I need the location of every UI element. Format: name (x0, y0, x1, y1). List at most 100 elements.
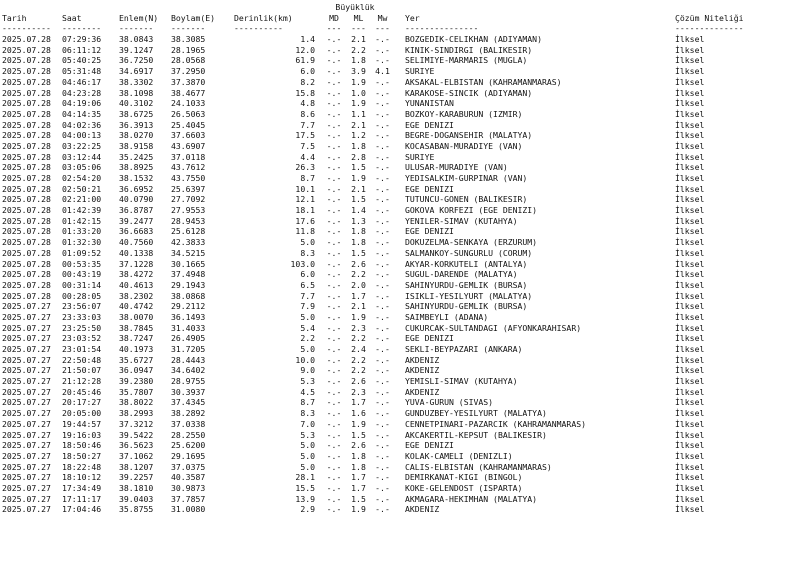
row-depth: 10.1 (295, 183, 315, 194)
row-depth: 8.7 (300, 173, 315, 183)
row-md: -.- (326, 55, 342, 66)
row-longitude: 25.6397 (171, 183, 206, 194)
row-depth: 8.2 (300, 76, 315, 87)
row-ml: 1.5 (351, 162, 366, 173)
row-quality: İlksel (675, 269, 705, 280)
row-quality: İlksel (675, 258, 705, 269)
table-row: 2025.07.28 02:21:00 40.0790 27.7092 12.1 -.- 1… (2, 194, 800, 205)
row-time: 18:50:46 (62, 440, 102, 451)
row-place: EGE DENIZI (405, 119, 454, 130)
row-date: 2025.07.28 (2, 76, 51, 87)
row-md: -.- (326, 376, 342, 387)
table-row: 2025.07.28 04:19:06 40.3102 24.1033 4.8 -.- 1.… (2, 98, 800, 109)
row-md: -.- (326, 450, 342, 461)
row-ml: 2.1 (351, 119, 366, 130)
row-longitude: 31.4033 (171, 322, 206, 333)
row-md: -.- (326, 173, 342, 183)
table-row: 2025.07.27 17:04:46 35.8755 31.0080 2.9 -.- 1.… (2, 504, 800, 515)
row-mw: -.- (375, 173, 390, 183)
row-quality: İlksel (675, 440, 705, 451)
row-date: 2025.07.27 (2, 322, 51, 333)
row-place: YUVA-GURUN (SIVAS) (405, 397, 494, 408)
row-quality: İlksel (675, 162, 705, 173)
row-quality: İlksel (675, 183, 705, 194)
row-md: -.- (326, 365, 342, 376)
row-mw: -.- (375, 311, 390, 322)
row-date: 2025.07.27 (2, 354, 51, 365)
table-row: 2025.07.27 23:25:50 38.7845 31.4033 5.4 -.- 2.… (2, 323, 800, 334)
separator-time: -------- (62, 23, 102, 34)
row-place: YEMISLI-SIMAV (KUTAHYA) (405, 376, 518, 387)
earthquake-rows: 2025.07.28 07:29:36 38.0843 38.3085 1.4 -.- 2.… (2, 34, 800, 515)
table-row: 2025.07.27 19:16:03 39.5422 28.2550 5.3 -.- 1.… (2, 430, 800, 441)
row-place: SALMANKOY-SUNGURLU (CORUM) (405, 247, 533, 258)
row-latitude: 40.4613 (119, 279, 154, 290)
row-depth: 8.3 (300, 247, 315, 258)
row-quality: İlksel (675, 290, 705, 301)
row-mw: -.- (375, 376, 390, 387)
row-date: 2025.07.28 (2, 194, 51, 205)
table-row: 2025.07.28 04:14:35 38.6725 26.5063 8.6 -.- 1.… (2, 109, 800, 120)
row-mw: 4.1 (375, 66, 390, 77)
row-depth: 5.0 (300, 440, 315, 451)
table-row: 2025.07.27 23:01:54 40.1973 31.7205 5.0 -.- 2.… (2, 344, 800, 355)
row-latitude: 38.1207 (119, 461, 154, 472)
table-row: 2025.07.27 17:34:49 38.1810 30.9873 15.5 -.- 1… (2, 483, 800, 494)
row-ml: 1.7 (351, 472, 366, 483)
row-depth: 15.5 (295, 482, 315, 493)
row-time: 07:29:36 (62, 34, 102, 45)
row-time: 00:53:35 (62, 258, 102, 269)
separator-latitude: ------- (119, 23, 154, 34)
row-mw: -.- (375, 290, 390, 301)
row-place: YUNANISTAN (405, 98, 454, 109)
row-longitude: 34.5215 (171, 247, 206, 258)
row-mw: -.- (375, 76, 390, 87)
separator-depth: ---------- (234, 23, 283, 34)
row-ml: 2.1 (351, 183, 366, 194)
row-place: SEKLI-BEYPAZARI (ANKARA) (405, 344, 523, 354)
table-row: 2025.07.28 05:40:25 36.7250 28.0568 61.9 -.- 1… (2, 55, 800, 66)
row-md: -.- (326, 333, 342, 344)
table-row: 2025.07.28 00:53:35 37.1228 30.1665 103.0 -.-… (2, 259, 800, 270)
row-date: 2025.07.28 (2, 205, 51, 216)
row-mw: -.- (375, 87, 390, 98)
row-date: 2025.07.27 (2, 301, 51, 312)
row-ml: 1.8 (351, 450, 366, 461)
row-date: 2025.07.27 (2, 344, 51, 354)
row-md: -.- (326, 140, 342, 151)
row-place: CALIS-ELBISTAN (KAHRAMANMARAS) (405, 461, 552, 472)
table-row: 2025.07.28 00:28:05 38.2302 38.0868 7.7 -.- 1.… (2, 291, 800, 302)
row-time: 06:11:12 (62, 44, 102, 55)
row-latitude: 39.2477 (119, 215, 154, 226)
row-place: SUGUL-DARENDE (MALATYA) (405, 269, 518, 280)
table-row: 2025.07.28 00:31:14 40.4613 29.1943 6.5 -.- 2.… (2, 280, 800, 291)
row-depth: 7.0 (300, 418, 315, 429)
row-quality: İlksel (675, 34, 705, 45)
row-date: 2025.07.28 (2, 215, 51, 226)
row-longitude: 26.5063 (171, 108, 206, 119)
row-md: -.- (326, 226, 342, 237)
row-latitude: 38.0270 (119, 130, 154, 141)
row-latitude: 36.5623 (119, 440, 154, 451)
row-longitude: 29.1943 (171, 279, 206, 290)
row-mw: -.- (375, 162, 390, 173)
row-time: 23:56:07 (62, 301, 102, 312)
row-date: 2025.07.28 (2, 290, 51, 301)
row-place: AKDENIZ (405, 386, 440, 397)
row-date: 2025.07.27 (2, 440, 51, 451)
row-mw: -.- (375, 140, 390, 151)
row-place: BOZKOY-KARABURUN (IZMIR) (405, 108, 523, 119)
row-latitude: 37.1062 (119, 450, 154, 461)
row-time: 01:42:39 (62, 205, 102, 216)
row-depth: 6.0 (300, 269, 315, 280)
row-date: 2025.07.27 (2, 397, 51, 408)
row-ml: 1.9 (351, 504, 366, 515)
row-mw: -.- (375, 450, 390, 461)
row-md: -.- (326, 279, 342, 290)
table-row: 2025.07.28 03:05:06 38.8925 43.7612 26.3 -.- 1… (2, 162, 800, 173)
row-depth: 9.0 (300, 365, 315, 376)
table-row: 2025.07.28 03:22:25 38.9158 43.6907 7.5 -.- 1.… (2, 141, 800, 152)
row-depth: 7.7 (300, 119, 315, 130)
row-md: -.- (326, 344, 342, 354)
row-quality: İlksel (675, 311, 705, 322)
